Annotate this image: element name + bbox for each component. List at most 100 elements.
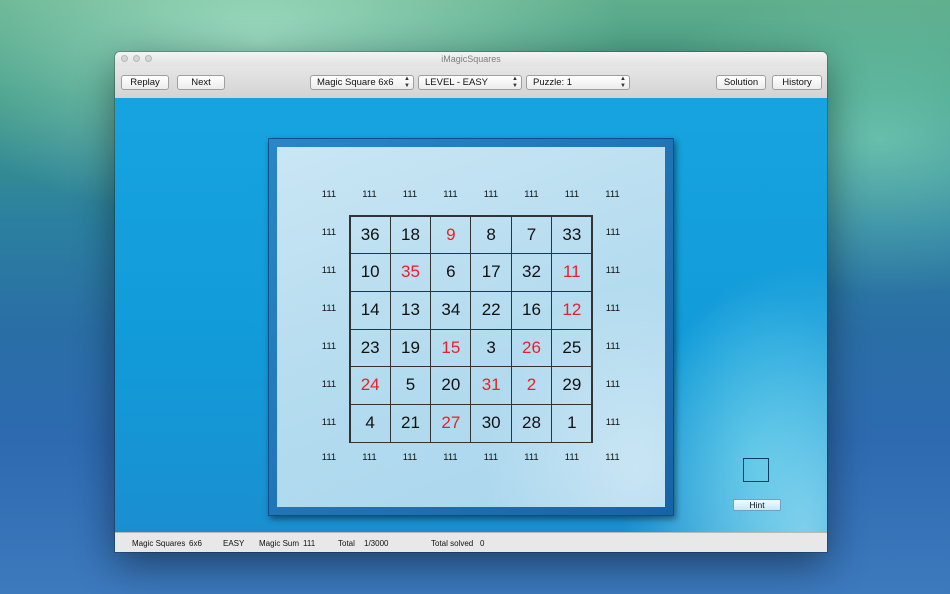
square-cell[interactable]: 28 [510,403,553,443]
sum-label: 111 [402,189,418,200]
sum-label: 111 [483,452,499,463]
square-cell[interactable]: 14 [349,290,391,330]
status-size: 6x6 [189,539,202,548]
row-sum-label: 111 [605,303,621,314]
select-arrows-icon: ▲ ▼ [620,76,626,89]
square-cell[interactable]: 18 [389,215,432,255]
magic-square-grid: 36 18 9 8 7 33 10 35 6 17 32 11 14 13 34 22 16 12 23 19 15 3 2… [349,215,593,443]
hint-display-box [743,458,769,482]
level-value: LEVEL - EASY [425,77,489,88]
sum-label: 111 [605,452,620,463]
square-cell[interactable]: 35 [389,253,432,292]
square-cell[interactable]: 26 [510,328,553,368]
puzzle-select[interactable]: Puzzle: 1 ▲ ▼ [526,75,630,90]
sum-label: 111 [564,452,580,463]
status-magic-sum: 111 [303,539,316,548]
select-arrows-icon: ▲ ▼ [512,76,518,89]
square-cell[interactable]: 32 [510,253,553,292]
square-cell[interactable]: 22 [470,290,512,330]
row-sum-label: 111 [321,341,337,352]
status-bar: Magic Squares 6x6 EASY Magic Sum 111 Tot… [115,532,827,552]
square-cell[interactable]: 36 [349,215,391,255]
square-cell[interactable]: 20 [430,366,472,405]
square-cell[interactable]: 10 [349,253,391,292]
square-cell[interactable]: 25 [551,328,593,368]
square-size-select[interactable]: Magic Square 6x6 ▲ ▼ [310,75,414,90]
sum-label: 111 [483,189,499,200]
square-cell[interactable]: 23 [349,328,391,368]
square-cell[interactable]: 33 [551,215,593,255]
sum-label: 111 [443,452,458,463]
sum-label: 111 [524,189,539,200]
row-sum-label: 111 [321,303,337,314]
square-cell[interactable]: 16 [510,290,553,330]
square-cell[interactable]: 1 [551,403,593,443]
square-cell[interactable]: 15 [430,328,472,368]
status-magic-sum-label: Magic Sum [259,539,300,548]
sum-label: 111 [605,189,620,200]
square-cell[interactable]: 34 [430,290,472,330]
square-cell[interactable]: 24 [349,366,391,405]
row-sum-label: 111 [605,265,621,276]
minimize-button[interactable] [133,55,140,62]
board-surface: 36 18 9 8 7 33 10 35 6 17 32 11 14 13 34 22 16 12 23 19 15 3 2… [277,147,665,507]
square-size-value: Magic Square 6x6 [317,77,394,88]
sum-label: 111 [362,452,377,463]
square-cell[interactable]: 31 [470,366,512,405]
replay-button[interactable]: Replay [121,75,169,90]
square-cell[interactable]: 29 [551,366,593,405]
square-cell[interactable]: 9 [430,215,472,255]
title-bar: iMagicSquares [115,52,827,66]
sum-label: 111 [443,189,458,200]
magic-square-board: 36 18 9 8 7 33 10 35 6 17 32 11 14 13 34 22 16 12 23 19 15 3 2… [268,138,674,516]
square-cell[interactable]: 19 [389,328,432,368]
row-sum-label: 111 [321,265,337,276]
square-cell[interactable]: 17 [470,253,512,292]
sum-label: 111 [564,189,580,200]
next-button[interactable]: Next [177,75,225,90]
row-sum-label: 111 [605,379,621,390]
row-sum-label: 111 [605,417,621,428]
row-sum-label: 111 [321,417,337,428]
sum-label: 111 [402,452,418,463]
window-controls [121,55,152,62]
history-button[interactable]: History [772,75,822,90]
status-solved-label: Total solved [431,539,474,548]
square-cell[interactable]: 2 [510,366,553,405]
status-total: 1/3000 [364,539,389,548]
sum-label: 111 [321,452,337,463]
close-button[interactable] [121,55,128,62]
status-total-label: Total [338,539,355,548]
sum-label: 111 [524,452,539,463]
square-cell[interactable]: 4 [349,403,391,443]
level-select[interactable]: LEVEL - EASY ▲ ▼ [418,75,522,90]
square-cell[interactable]: 6 [430,253,472,292]
square-cell[interactable]: 30 [470,403,512,443]
toolbar: Replay Next Magic Square 6x6 ▲ ▼ LEVEL - … [115,66,827,99]
game-area: 36 18 9 8 7 33 10 35 6 17 32 11 14 13 34 22 16 12 23 19 15 3 2… [115,98,827,532]
square-cell[interactable]: 3 [470,328,512,368]
hint-button[interactable]: Hint [733,499,781,511]
square-cell[interactable]: 7 [510,215,553,255]
square-cell[interactable]: 11 [551,253,593,292]
square-cell[interactable]: 5 [389,366,432,405]
sum-label: 111 [362,189,377,200]
app-window: iMagicSquares Replay Next Magic Square 6… [115,52,827,552]
select-arrows-icon: ▲ ▼ [404,76,410,89]
window-title: iMagicSquares [441,54,501,64]
square-cell[interactable]: 27 [430,403,472,443]
puzzle-value: Puzzle: 1 [533,77,573,88]
zoom-button[interactable] [145,55,152,62]
sum-label: 111 [321,189,337,200]
square-cell[interactable]: 8 [470,215,512,255]
status-app-label: Magic Squares [132,539,186,548]
row-sum-label: 111 [321,227,337,238]
status-level: EASY [223,539,245,548]
row-sum-label: 111 [321,379,337,390]
solution-button[interactable]: Solution [716,75,766,90]
square-cell[interactable]: 12 [551,290,593,330]
row-sum-label: 111 [605,227,621,238]
square-cell[interactable]: 21 [389,403,432,443]
square-cell[interactable]: 13 [389,290,432,330]
row-sum-label: 111 [605,341,621,352]
